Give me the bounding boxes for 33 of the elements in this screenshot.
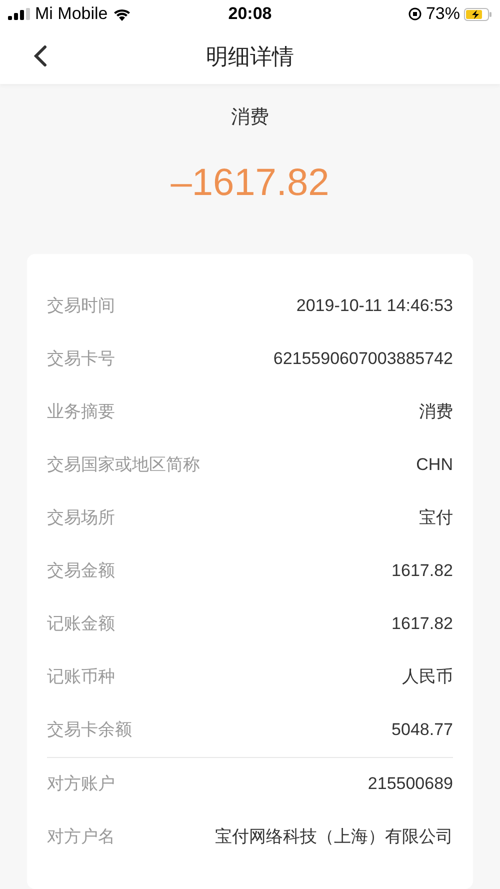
field-label: 记账币种 bbox=[47, 666, 115, 688]
field-value: CHN bbox=[416, 454, 453, 476]
field-label: 对方户名 bbox=[47, 826, 115, 848]
field-value: 5048.77 bbox=[392, 719, 453, 742]
carrier-name: Mi Mobile bbox=[35, 3, 108, 26]
wifi-icon bbox=[112, 8, 131, 20]
rotation-lock-icon bbox=[408, 7, 422, 21]
back-icon bbox=[33, 45, 47, 67]
field-value: 宝付 bbox=[419, 507, 453, 530]
transaction-type: 消费 bbox=[231, 106, 269, 130]
field-label: 对方账户 bbox=[47, 773, 115, 796]
field-value: 215500689 bbox=[368, 773, 453, 796]
field-value: 6215590607003885742 bbox=[273, 348, 453, 370]
field-label: 业务摘要 bbox=[47, 401, 115, 424]
field-label: 记账金额 bbox=[47, 613, 115, 636]
amount: –1617.82 bbox=[170, 160, 330, 206]
field-label: 交易卡余额 bbox=[47, 719, 132, 742]
page-title: 明细详情 bbox=[206, 42, 294, 70]
field-label: 交易场所 bbox=[47, 507, 115, 530]
clock-time: 20:08 bbox=[227, 3, 273, 26]
field-value: 宝付网络科技（上海）有限公司 bbox=[215, 826, 453, 848]
field-label: 交易卡号 bbox=[47, 348, 115, 370]
field-value: 人民币 bbox=[402, 666, 453, 688]
battery-percent: 73% bbox=[426, 3, 460, 26]
field-label: 交易国家或地区简称 bbox=[47, 454, 200, 476]
field-label: 交易时间 bbox=[47, 295, 115, 318]
battery-charging-icon bbox=[464, 8, 492, 20]
field-value: 消费 bbox=[419, 401, 453, 424]
field-value: 1617.82 bbox=[392, 613, 453, 636]
field-label: 交易金额 bbox=[47, 560, 115, 582]
signal-icon bbox=[8, 8, 30, 20]
field-value: 1617.82 bbox=[392, 560, 453, 582]
field-value: 2019-10-11 14:46:53 bbox=[296, 295, 453, 318]
